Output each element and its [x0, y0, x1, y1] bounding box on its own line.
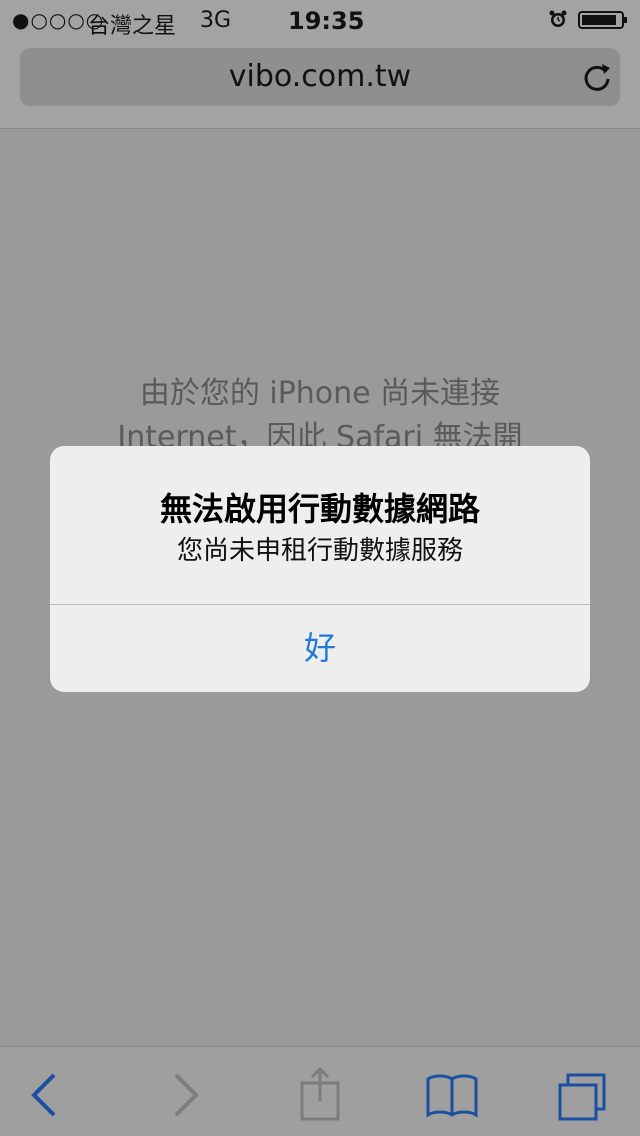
browser-top-chrome: ●○○○○ 台灣之星 3G 19:35 vibo.com.tw [0, 0, 640, 129]
alert-title: 無法啟用行動數據網路 [159, 490, 480, 528]
status-bar: ●○○○○ 台灣之星 3G 19:35 [0, 0, 640, 40]
bookmarks-icon[interactable] [422, 1065, 482, 1125]
alert-dialog: 無法啟用行動數據網路 您尚未申租行動數據服務 好 [50, 446, 590, 692]
bottom-toolbar [0, 1046, 640, 1136]
share-icon[interactable] [290, 1065, 350, 1125]
alarm-icon [549, 10, 567, 27]
forward-icon[interactable] [156, 1065, 216, 1125]
reload-icon[interactable] [580, 60, 614, 94]
network-type: 3G [200, 8, 232, 33]
alert-message: 您尚未申租行動數據服務 [176, 536, 463, 566]
address-bar[interactable]: vibo.com.tw [20, 48, 620, 106]
safari-screen: ●○○○○ 台灣之星 3G 19:35 vibo.com.tw 由於您的 iPh… [0, 0, 640, 1136]
url-text[interactable]: vibo.com.tw [20, 48, 620, 106]
tabs-icon[interactable] [552, 1065, 612, 1125]
error-line-1: 由於您的 iPhone 尚未連接 [139, 376, 501, 411]
clock: 19:35 [288, 7, 365, 35]
battery-icon [578, 11, 627, 29]
back-icon[interactable] [14, 1065, 74, 1125]
carrier-name: 台灣之星 [88, 14, 177, 39]
ok-button[interactable]: 好 [50, 605, 590, 692]
